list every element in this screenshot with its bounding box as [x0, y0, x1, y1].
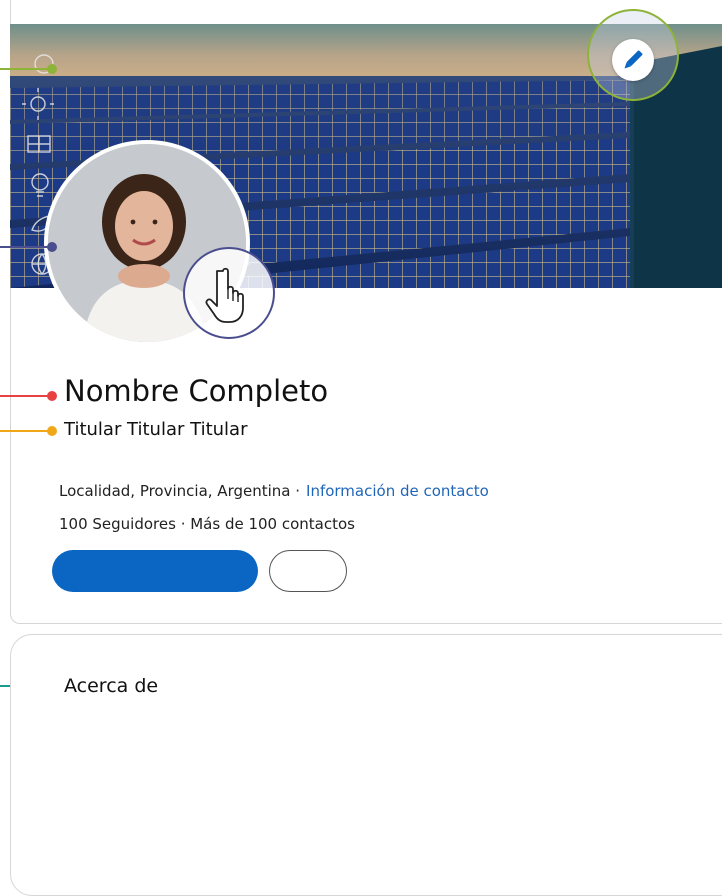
hand-pointer-icon [205, 267, 244, 323]
contact-info-link[interactable]: Información de contacto [306, 482, 489, 500]
secondary-action-button[interactable] [269, 550, 347, 592]
callout-line-headline [0, 430, 52, 432]
pencil-icon [624, 50, 643, 69]
profile-followers: 100 Seguidores · Más de 100 contactos [59, 515, 355, 533]
callout-line-avatar [0, 246, 52, 248]
callout-line-banner [0, 68, 52, 70]
edit-banner-button[interactable] [612, 39, 654, 81]
avatar-edit-highlight[interactable] [183, 247, 275, 339]
callout-dot-avatar [47, 242, 57, 252]
callout-dot-headline [47, 426, 57, 436]
callout-dot-banner [47, 64, 57, 74]
profile-headline: Titular Titular Titular [64, 419, 248, 440]
primary-action-button[interactable] [52, 550, 258, 592]
profile-full-name: Nombre Completo [64, 374, 329, 408]
profile-location-row: Localidad, Provincia, Argentina · Informa… [59, 480, 489, 502]
callout-dot-name [47, 391, 57, 401]
about-section-title: Acerca de [64, 675, 159, 697]
profile-location: Localidad, Provincia, Argentina · [59, 482, 301, 500]
callout-line-name [0, 395, 52, 397]
